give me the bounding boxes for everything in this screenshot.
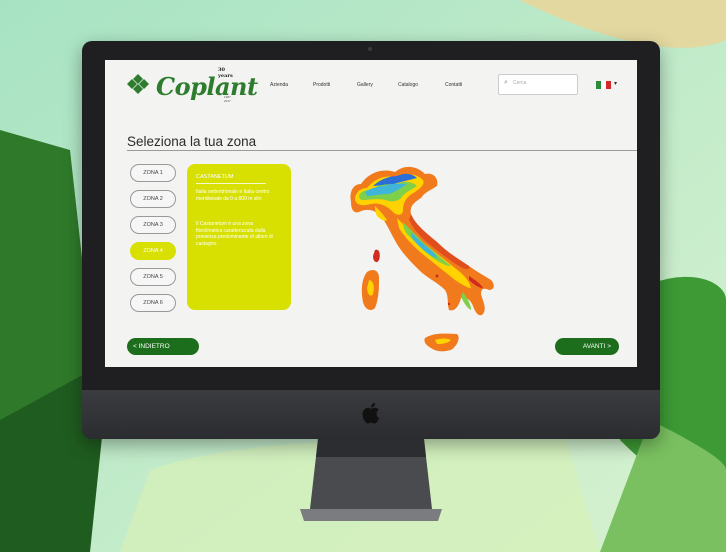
page-title: Seleziona la tua zona <box>127 134 257 149</box>
nav-gallery[interactable]: Gallery <box>357 82 373 88</box>
search-input[interactable]: ⌕ Cerca <box>498 74 578 95</box>
zone-info-panel: CASTANETUM Italia settentrionale e Itali… <box>187 164 291 310</box>
imac-stand <box>300 439 442 521</box>
zone-info-text-2: Il Castanetum è una zona fitoclimatica c… <box>196 221 273 248</box>
zone-2-button[interactable]: ZONA 2 <box>130 190 176 208</box>
zone-4-button[interactable]: ZONA 4 <box>130 242 176 260</box>
zone-1-button[interactable]: ZONA 1 <box>130 164 176 182</box>
zone-info-title: CASTANETUM <box>196 174 234 180</box>
clover-logo-icon <box>127 74 149 94</box>
zone-5-button[interactable]: ZONA 5 <box>130 268 176 286</box>
imac-chin <box>82 390 660 439</box>
nav-contatti[interactable]: Contatti <box>445 82 462 88</box>
brand-logo[interactable]: Coplant 30 years 1987 - 2017 <box>123 66 258 103</box>
camera-dot <box>368 47 372 51</box>
back-button[interactable]: < INDIETRO <box>127 338 199 355</box>
zone-3-button[interactable]: ZONA 3 <box>130 216 176 234</box>
language-flag-icon[interactable] <box>596 81 611 89</box>
nav-prodotti[interactable]: Prodotti <box>313 82 330 88</box>
search-placeholder: Cerca <box>513 80 527 86</box>
website-screen: Coplant 30 years 1987 - 2017 Azienda Pro… <box>105 60 637 367</box>
zone-6-button[interactable]: ZONA 6 <box>130 294 176 312</box>
brand-badge: 30 years <box>218 67 233 79</box>
apple-logo-icon <box>362 402 380 424</box>
zone-info-divider <box>196 183 266 184</box>
next-button[interactable]: AVANTI > <box>555 338 619 355</box>
nav-catalogo[interactable]: Catalogo <box>398 82 418 88</box>
brand-name: Coplant <box>156 72 258 101</box>
nav-azienda[interactable]: Azienda <box>270 82 288 88</box>
search-icon: ⌕ <box>504 79 508 86</box>
chevron-down-icon[interactable]: ▾ <box>614 80 617 87</box>
title-divider <box>127 150 637 151</box>
zone-info-text-1: Italia settentrionale e Italia centro me… <box>196 189 270 202</box>
brand-est: 1987 - 2017 <box>224 95 233 103</box>
italy-zone-map <box>350 166 494 352</box>
